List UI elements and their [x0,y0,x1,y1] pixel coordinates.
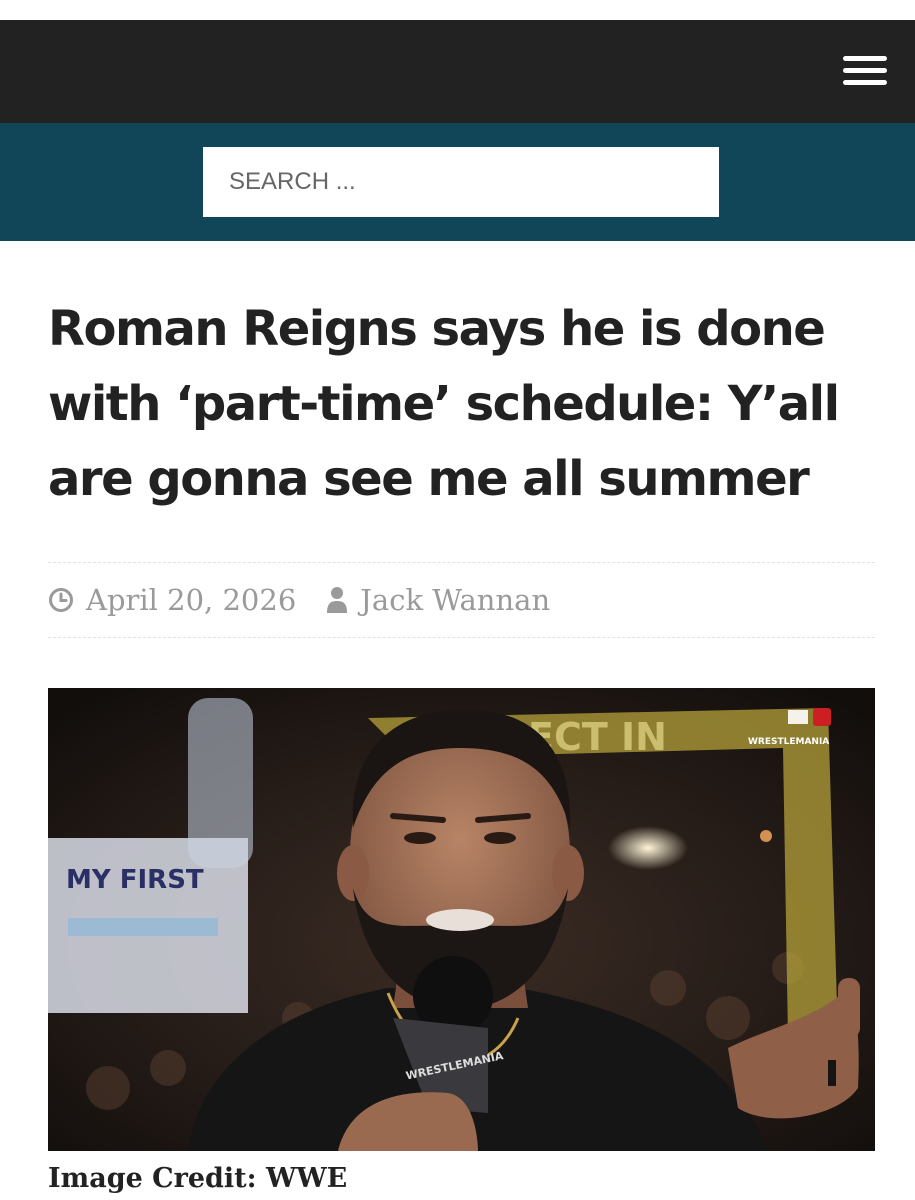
wrestlemania-logo-text: WRESTLEMANIA [748,737,829,747]
hamburger-menu-icon[interactable] [843,56,887,86]
hero-photo: ECT IN MY FIRST WRESTLEMANIA WRESTLEMANI… [48,688,875,1151]
author-link[interactable]: Jack Wannan [360,583,550,617]
search-input[interactable] [203,147,719,217]
article-title: Roman Reigns says he is done with ‘part-… [48,301,840,507]
top-navigation-bar [0,20,915,123]
menu-line [843,56,887,61]
menu-line [843,68,887,73]
article-hero-image: ECT IN MY FIRST WRESTLEMANIA WRESTLEMANI… [48,688,875,1151]
image-credit: Image Credit: WWE [48,1163,348,1194]
article-meta: April 20, 2026 Jack Wannan [48,562,875,638]
clock-icon [48,587,74,613]
sign-text: MY FIRST [66,865,204,895]
user-icon [326,586,348,614]
publish-date: April 20, 2026 [86,583,297,617]
menu-line [843,80,887,85]
search-bar [0,123,915,241]
